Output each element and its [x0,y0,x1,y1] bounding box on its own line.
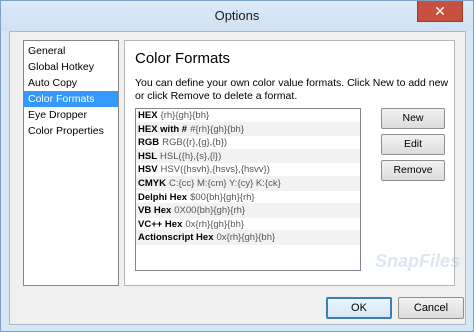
close-icon: ✕ [434,3,446,19]
format-pattern: 0X00{bh}{gh}{rh} [174,205,246,217]
edit-button[interactable]: Edit [381,134,445,155]
sidebar-item-global-hotkey[interactable]: Global Hotkey [24,59,118,75]
format-pattern: $00{bh}{gh}{rh} [190,191,255,203]
format-pattern: {rh}{gh}{bh} [160,110,210,121]
list-item[interactable]: Actionscript Hex 0x{rh}{gh}{bh} [136,231,360,245]
format-name: HSL [138,150,157,162]
format-pattern: C:{cc} M:{cm} Y:{cy} K:{ck} [168,177,281,189]
settings-nav-list: General Global Hotkey Auto Copy Color Forma… [23,40,119,286]
format-name: VB Hex [138,205,172,217]
format-name: HEX [138,110,158,121]
sidebar-item-eye-dropper[interactable]: Eye Dropper [24,107,118,123]
new-button[interactable]: New [381,108,445,129]
panel-description: You can define your own color value form… [135,77,449,102]
sidebar-item-general[interactable]: General [24,43,118,59]
list-item[interactable]: VC++ Hex 0x{rh}{gh}{bh} [136,218,360,232]
cancel-button[interactable]: Cancel [398,297,464,319]
format-name: HEX with # [138,123,188,135]
color-formats-panel: Color Formats You can define your own co… [124,40,460,286]
watermark-logo: SnapFiles [375,251,461,271]
format-name: Actionscript Hex [138,232,214,244]
format-pattern: 0x{rh}{gh}{bh} [216,232,276,244]
list-item[interactable]: HEX {rh}{gh}{bh} [136,109,360,123]
list-item[interactable]: HSV HSV({hsvh},{hsvs},{hsvv}) [136,163,360,177]
format-name: CMYK [138,177,166,189]
format-pattern: RGB({r},{g},{b}) [162,137,228,149]
dialog-client-area: General Global Hotkey Auto Copy Color Forma… [9,31,466,325]
window-title: Options [214,8,260,23]
format-pattern: HSV({hsvh},{hsvs},{hsvv}) [160,164,270,176]
list-item[interactable]: CMYK C:{cc} M:{cm} Y:{cy} K:{ck} [136,176,360,191]
panel-title: Color Formats [135,50,231,67]
ok-button[interactable]: OK [326,297,392,319]
list-item[interactable]: Delphi Hex $00{bh}{gh}{rh} [136,191,360,205]
format-list[interactable]: HEX {rh}{gh}{bh} HEX with # #{rh}{gh}{bh} RG… [135,108,361,271]
format-name: VC++ Hex [138,218,183,230]
format-name: RGB [138,137,160,149]
sidebar-item-auto-copy[interactable]: Auto Copy [24,75,118,91]
format-pattern: HSL({h},{s},{l}) [160,150,222,162]
format-pattern: 0x{rh}{gh}{bh} [185,218,245,230]
list-item[interactable]: HEX with # #{rh}{gh}{bh} [136,122,360,137]
close-button[interactable]: ✕ [417,1,463,22]
list-item[interactable]: VB Hex 0X00{bh}{gh}{rh} [136,204,360,218]
list-item[interactable]: RGB RGB({r},{g},{b}) [136,136,360,150]
format-name: Delphi Hex [138,191,188,203]
title-bar[interactable]: Options ✕ [1,1,473,31]
sidebar-item-color-formats[interactable]: Color Formats [24,91,118,107]
format-pattern: #{rh}{gh}{bh} [190,123,244,135]
remove-button[interactable]: Remove [381,160,445,181]
sidebar-item-color-properties[interactable]: Color Properties [24,123,118,139]
list-item[interactable]: HSL HSL({h},{s},{l}) [136,149,360,164]
options-window: Options ✕ General Global Hotkey Auto Copy C… [0,0,474,332]
format-name: HSV [138,164,158,176]
